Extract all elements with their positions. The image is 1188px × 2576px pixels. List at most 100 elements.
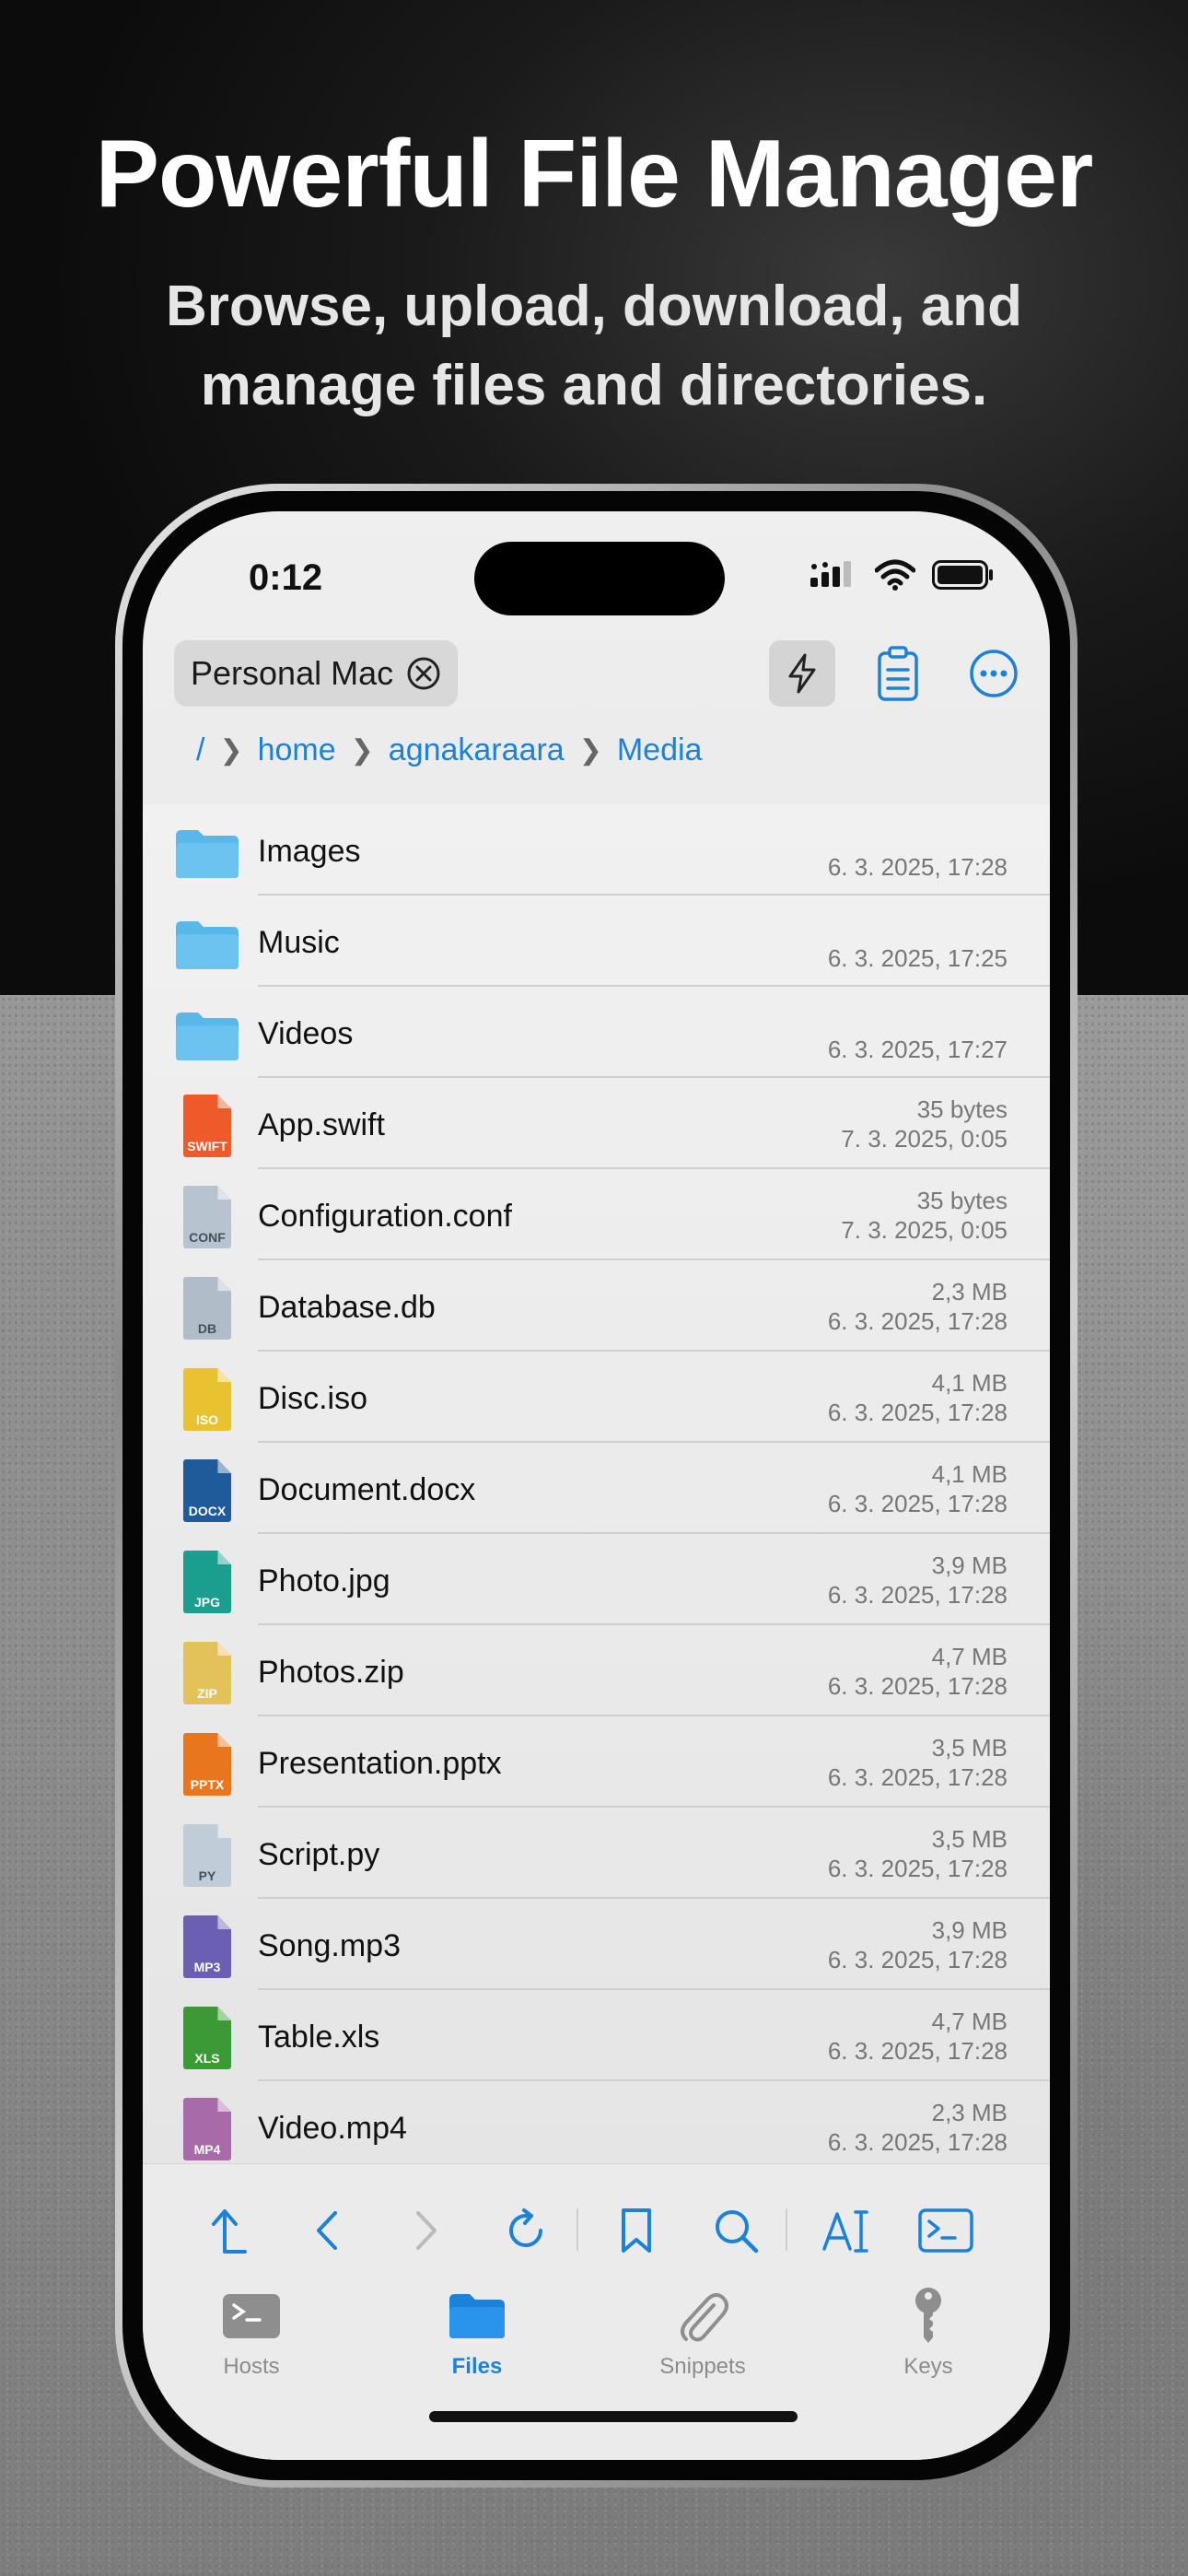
file-meta: 2,3 MB 6. 3. 2025, 17:28 xyxy=(828,1277,1007,1336)
file-type-label: MP3 xyxy=(193,1960,221,1974)
file-date: 6. 3. 2025, 17:28 xyxy=(827,1581,1007,1609)
breadcrumb: / ❯ home ❯ agnakaraara ❯ Media xyxy=(196,732,702,768)
file-date: 6. 3. 2025, 17:28 xyxy=(827,1672,1007,1700)
dynamic-island xyxy=(474,542,725,615)
list-item[interactable]: PY Script.py 3,5 MB 6. 3. 2025, 17:28 xyxy=(143,1808,1050,1899)
folder-icon xyxy=(174,821,240,884)
list-item[interactable]: Videos 6. 3. 2025, 17:27 xyxy=(143,987,1050,1078)
home-indicator xyxy=(429,2411,798,2422)
file-name: Disc.iso xyxy=(258,1381,368,1416)
file-date: 6. 3. 2025, 17:28 xyxy=(827,1946,1007,1973)
back-button[interactable] xyxy=(297,2201,356,2260)
chevron-right-icon: ❯ xyxy=(578,735,602,766)
tab-label: Files xyxy=(451,2354,503,2379)
file-name: Videos xyxy=(258,1016,354,1051)
chevron-right-icon: ❯ xyxy=(219,735,243,766)
list-item[interactable]: MP4 Video.mp4 2,3 MB 6. 3. 2025, 17:28 xyxy=(143,2081,1050,2163)
file-meta: 35 bytes 7. 3. 2025, 0:05 xyxy=(841,1095,1007,1153)
list-item[interactable]: ISO Disc.iso 4,1 MB 6. 3. 2025, 17:28 xyxy=(143,1352,1050,1443)
list-item[interactable]: PPTX Presentation.pptx 3,5 MB 6. 3. 2025, 1… xyxy=(143,1716,1050,1808)
up-arrow-icon xyxy=(212,2209,247,2254)
subtitle-line-1: Browse, upload, download, and xyxy=(165,275,1023,338)
swift-file-icon: SWIFT xyxy=(174,1095,240,1157)
file-date: 7. 3. 2025, 0:05 xyxy=(841,1216,1007,1244)
battery-icon xyxy=(932,560,993,590)
file-type-label: DB xyxy=(197,1321,217,1336)
file-type-label: JPG xyxy=(193,1595,220,1610)
close-circle-icon[interactable] xyxy=(406,656,441,691)
file-size: 2,3 MB xyxy=(931,1278,1007,1306)
list-item[interactable]: ZIP Photos.zip 4,7 MB 6. 3. 2025, 17:28 xyxy=(143,1625,1050,1716)
wifi-icon xyxy=(875,559,915,591)
iso-file-icon: ISO xyxy=(174,1368,240,1431)
file-size: 4,1 MB xyxy=(931,1369,1007,1397)
file-type-label: XLS xyxy=(194,2051,220,2066)
file-type-label: PY xyxy=(198,1868,216,1883)
file-date: 6. 3. 2025, 17:28 xyxy=(827,2128,1007,2156)
text-size-button[interactable] xyxy=(817,2201,876,2260)
file-meta: 3,5 MB 6. 3. 2025, 17:28 xyxy=(828,1824,1007,1883)
clipboard-button[interactable] xyxy=(870,642,926,705)
file-meta: 4,7 MB 6. 3. 2025, 17:28 xyxy=(828,1642,1007,1701)
list-item[interactable]: MP3 Song.mp3 3,9 MB 6. 3. 2025, 17:28 xyxy=(143,1899,1050,1990)
search-button[interactable] xyxy=(706,2201,765,2260)
tab-hosts[interactable]: Hosts xyxy=(178,2284,325,2380)
file-date: 6. 3. 2025, 17:28 xyxy=(827,1490,1007,1517)
file-name: Music xyxy=(258,925,340,960)
list-item[interactable]: DOCX Document.docx 4,1 MB 6. 3. 2025, 17:28 xyxy=(143,1443,1050,1534)
forward-button[interactable] xyxy=(397,2201,456,2260)
phone-screen: 0:12 Personal Mac / ❯ home ❯ agnakaraara… xyxy=(143,511,1050,2460)
file-meta: 6. 3. 2025, 17:25 xyxy=(828,943,1007,973)
list-item[interactable]: DB Database.db 2,3 MB 6. 3. 2025, 17:28 xyxy=(143,1260,1050,1352)
breadcrumb-user[interactable]: agnakaraara xyxy=(389,732,565,768)
refresh-icon xyxy=(509,2208,542,2247)
file-type-label: ZIP xyxy=(197,1686,217,1701)
file-date: 6. 3. 2025, 17:28 xyxy=(827,853,1007,881)
list-item[interactable]: SWIFT App.swift 35 bytes 7. 3. 2025, 0:05 xyxy=(143,1078,1050,1169)
list-item[interactable]: CONF Configuration.conf 35 bytes 7. 3. 2025… xyxy=(143,1169,1050,1260)
text-size-icon xyxy=(822,2210,868,2253)
phone-bezel: 0:12 Personal Mac / ❯ home ❯ agnakaraara… xyxy=(122,491,1070,2480)
tab-keys[interactable]: Keys xyxy=(855,2284,1002,2380)
tab-files[interactable]: Files xyxy=(403,2284,551,2380)
file-date: 6. 3. 2025, 17:28 xyxy=(827,1399,1007,1426)
up-directory-button[interactable] xyxy=(198,2201,257,2260)
list-item[interactable]: JPG Photo.jpg 3,9 MB 6. 3. 2025, 17:28 xyxy=(143,1534,1050,1625)
breadcrumb-root[interactable]: / xyxy=(196,732,204,768)
subtitle-line-2: manage files and directories. xyxy=(200,354,988,417)
headline-title: Powerful File Manager xyxy=(95,121,1094,228)
breadcrumb-home[interactable]: home xyxy=(258,732,336,768)
file-size: 35 bytes xyxy=(916,1187,1007,1214)
file-meta: 3,5 MB 6. 3. 2025, 17:28 xyxy=(828,1733,1007,1792)
bookmark-icon xyxy=(622,2208,651,2253)
file-name: Photo.jpg xyxy=(258,1563,390,1598)
toolbar-divider xyxy=(577,2208,578,2251)
quick-actions-button[interactable] xyxy=(769,640,835,707)
more-button[interactable] xyxy=(964,644,1023,703)
file-date: 6. 3. 2025, 17:28 xyxy=(827,1855,1007,1882)
cellular-signal-icon xyxy=(810,561,851,587)
terminal-button[interactable] xyxy=(916,2201,975,2260)
jpg-file-icon: JPG xyxy=(174,1551,240,1613)
file-meta: 3,9 MB 6. 3. 2025, 17:28 xyxy=(828,1551,1007,1610)
file-name: Video.mp4 xyxy=(258,2111,407,2146)
list-item[interactable]: Images 6. 3. 2025, 17:28 xyxy=(143,804,1050,896)
list-item[interactable]: Music 6. 3. 2025, 17:25 xyxy=(143,896,1050,987)
toolbar-divider xyxy=(786,2208,787,2251)
breadcrumb-media[interactable]: Media xyxy=(617,732,703,768)
mp4-file-icon: MP4 xyxy=(174,2098,240,2160)
top-toolbar: Personal Mac xyxy=(143,640,1050,714)
forward-icon xyxy=(416,2211,437,2250)
file-type-label: PPTX xyxy=(190,1777,225,1792)
host-label: Personal Mac xyxy=(191,654,394,692)
list-item[interactable]: XLS Table.xls 4,7 MB 6. 3. 2025, 17:28 xyxy=(143,1990,1050,2081)
host-selector[interactable]: Personal Mac xyxy=(174,640,459,707)
file-meta: 6. 3. 2025, 17:28 xyxy=(828,852,1007,882)
py-file-icon: PY xyxy=(174,1824,240,1887)
file-meta: 3,9 MB 6. 3. 2025, 17:28 xyxy=(828,1915,1007,1974)
tab-snippets[interactable]: Snippets xyxy=(629,2284,776,2380)
file-size: 3,9 MB xyxy=(931,1916,1007,1944)
bookmark-button[interactable] xyxy=(607,2201,666,2260)
file-name: App.swift xyxy=(258,1107,385,1142)
refresh-button[interactable] xyxy=(496,2201,555,2260)
